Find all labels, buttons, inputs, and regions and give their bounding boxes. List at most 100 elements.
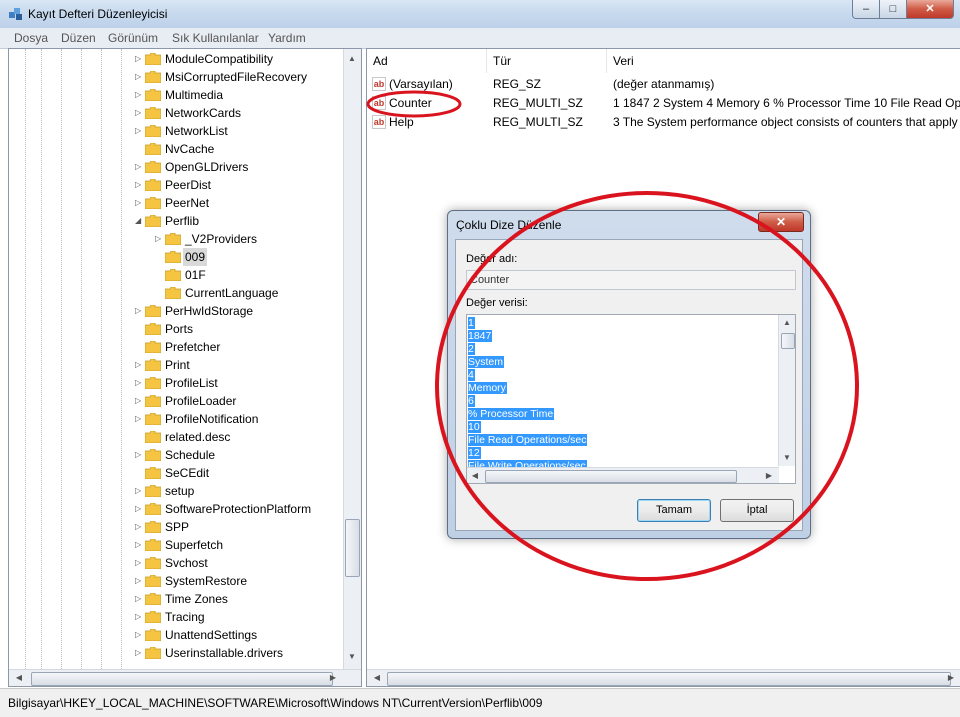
menu-file[interactable]: Dosya [14, 31, 48, 45]
scroll-up-icon[interactable]: ▲ [344, 51, 360, 67]
ok-button[interactable]: Tamam [637, 499, 711, 522]
menu-view[interactable]: Görünüm [108, 31, 158, 45]
column-header-name[interactable]: Ad [367, 49, 487, 73]
tree-item-label: SoftwareProtectionPlatform [165, 502, 312, 516]
folder-icon [145, 215, 161, 227]
cancel-button[interactable]: İptal [720, 499, 794, 522]
selected-text: System [468, 356, 505, 368]
tree-item-label: Time Zones [165, 592, 228, 606]
selected-text: 6 [468, 395, 475, 407]
folder-icon [145, 467, 161, 479]
textarea-scroll-thumb[interactable] [781, 333, 795, 349]
tree-item-label: OpenGLDrivers [165, 160, 249, 174]
scroll-left-icon[interactable]: ◀ [369, 670, 385, 686]
folder-icon [145, 395, 161, 407]
menu-help[interactable]: Yardım [268, 31, 306, 45]
maximize-button[interactable]: □ [879, 0, 907, 19]
value-data-line: 4 [468, 369, 475, 382]
folder-icon [145, 593, 161, 605]
value-row-help[interactable]: ab Help REG_MULTI_SZ 3 The System perfor… [367, 113, 960, 132]
expand-arrow-icon[interactable]: ▷ [135, 644, 145, 662]
tree-item-label: setup [165, 484, 195, 498]
tree-hscroll-thumb[interactable] [31, 672, 333, 686]
scroll-up-icon[interactable]: ▲ [779, 315, 795, 331]
folder-icon [145, 575, 161, 587]
menu-bar: Dosya Düzen Görünüm Sık Kullanılanlar Ya… [0, 28, 960, 49]
column-header-data[interactable]: Veri [607, 49, 960, 73]
registry-tree-pane[interactable]: ▷ ModuleCompatibility ▷ MsiCorruptedFileRec… [8, 48, 362, 687]
expand-arrow-icon[interactable]: ▷ [135, 68, 145, 86]
folder-icon [145, 305, 161, 317]
tree-horizontal-scrollbar[interactable]: ◀ ▶ [9, 669, 361, 686]
tree-item-label: 009 [183, 248, 208, 266]
collapse-arrow-icon[interactable]: ◢ [135, 212, 145, 230]
list-horizontal-scrollbar[interactable]: ◀ ▶ [367, 669, 960, 686]
expand-arrow-icon[interactable]: ▷ [155, 230, 165, 248]
expand-arrow-icon[interactable]: ▷ [135, 482, 145, 500]
title-bar: Kayıt Defteri Düzenleyicisi – □ ✕ [0, 0, 960, 28]
minimize-button[interactable]: – [852, 0, 880, 19]
scroll-down-icon[interactable]: ▼ [344, 649, 360, 665]
expand-arrow-icon[interactable]: ▷ [135, 590, 145, 608]
expand-arrow-icon[interactable]: ▷ [135, 554, 145, 572]
tree-item-label: Multimedia [165, 88, 224, 102]
tree-item-label: ProfileNotification [165, 412, 259, 426]
tree-item-label: Print [165, 358, 190, 372]
expand-arrow-icon[interactable]: ▷ [135, 122, 145, 140]
expand-arrow-icon[interactable]: ▷ [135, 176, 145, 194]
column-header-type[interactable]: Tür [487, 49, 607, 73]
close-button[interactable]: ✕ [906, 0, 954, 19]
tree-guide-line [81, 49, 82, 669]
expand-arrow-icon[interactable]: ▷ [135, 536, 145, 554]
tree-guide-line [25, 49, 26, 669]
expand-arrow-icon[interactable]: ▷ [135, 356, 145, 374]
value-type: REG_SZ [493, 77, 542, 91]
textarea-vertical-scrollbar[interactable]: ▲ ▼ [778, 315, 795, 466]
value-data-line: 12 [468, 447, 481, 460]
status-bar: Bilgisayar\HKEY_LOCAL_MACHINE\SOFTWARE\M… [0, 688, 960, 717]
tree-scroll-thumb[interactable] [345, 519, 360, 577]
scroll-right-icon[interactable]: ▶ [325, 670, 341, 686]
expand-arrow-icon[interactable]: ▷ [135, 194, 145, 212]
tree-guide-line [41, 49, 42, 669]
tree-item-label: Prefetcher [165, 340, 221, 354]
textarea-horizontal-scrollbar[interactable]: ◀ ▶ [467, 467, 779, 483]
selected-text: 4 [468, 369, 475, 381]
folder-icon [145, 377, 161, 389]
expand-arrow-icon[interactable]: ▷ [135, 500, 145, 518]
expand-arrow-icon[interactable]: ▷ [135, 50, 145, 68]
expand-arrow-icon[interactable]: ▷ [135, 158, 145, 176]
expand-arrow-icon[interactable]: ▷ [135, 446, 145, 464]
string-value-icon: ab [372, 77, 386, 91]
expand-arrow-icon[interactable]: ▷ [135, 410, 145, 428]
value-data-textarea[interactable]: 1 1847 2 System 4 Memory 6% Processor Time 10 Fi… [466, 314, 796, 484]
menu-favorites[interactable]: Sık Kullanılanlar [172, 31, 259, 45]
scroll-right-icon[interactable]: ▶ [943, 670, 959, 686]
tree-item-label: ProfileLoader [165, 394, 237, 408]
value-row-counter[interactable]: ab Counter REG_MULTI_SZ 1 1847 2 System … [367, 94, 960, 113]
value-data-line: 1 [468, 317, 475, 330]
registry-editor-window: Kayıt Defteri Düzenleyicisi – □ ✕ Dosya … [0, 0, 960, 717]
expand-arrow-icon[interactable]: ▷ [135, 608, 145, 626]
scroll-right-icon[interactable]: ▶ [761, 468, 777, 483]
dialog-close-button[interactable]: ✕ [758, 212, 804, 232]
menu-edit[interactable]: Düzen [61, 31, 96, 45]
expand-arrow-icon[interactable]: ▷ [135, 626, 145, 644]
tree-vertical-scrollbar[interactable]: ▲ ▼ [343, 49, 361, 669]
value-data-line: % Processor Time [468, 408, 555, 421]
list-hscroll-thumb[interactable] [387, 672, 951, 686]
expand-arrow-icon[interactable]: ▷ [135, 518, 145, 536]
tree-item-label: Ports [165, 322, 194, 336]
expand-arrow-icon[interactable]: ▷ [135, 572, 145, 590]
expand-arrow-icon[interactable]: ▷ [135, 302, 145, 320]
scroll-down-icon[interactable]: ▼ [779, 450, 795, 466]
expand-arrow-icon[interactable]: ▷ [135, 374, 145, 392]
expand-arrow-icon[interactable]: ▷ [135, 392, 145, 410]
textarea-hscroll-thumb[interactable] [485, 470, 737, 483]
value-row-default[interactable]: ab (Varsayılan) REG_SZ (değer atanmamış) [367, 75, 960, 94]
scroll-left-icon[interactable]: ◀ [11, 670, 27, 686]
expand-arrow-icon[interactable]: ▷ [135, 104, 145, 122]
registry-path: Bilgisayar\HKEY_LOCAL_MACHINE\SOFTWARE\M… [8, 696, 543, 710]
expand-arrow-icon[interactable]: ▷ [135, 86, 145, 104]
scroll-left-icon[interactable]: ◀ [467, 468, 483, 483]
